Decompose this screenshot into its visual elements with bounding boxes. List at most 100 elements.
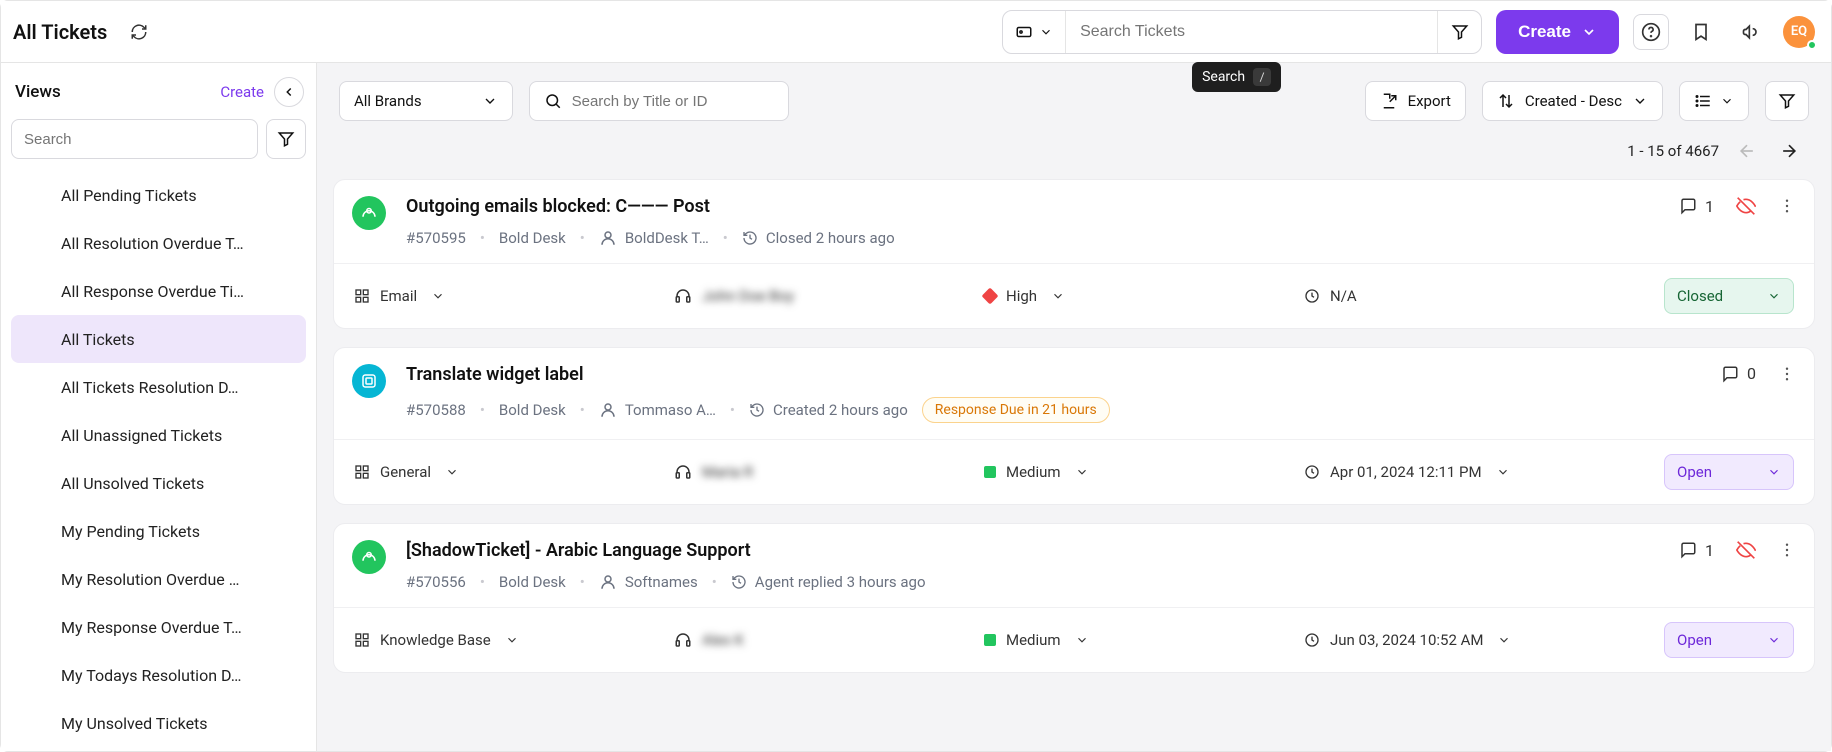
ticket-activity: Created 2 hours ago [749, 401, 908, 419]
create-button[interactable]: Create [1496, 10, 1619, 54]
pagination-text: 1 - 15 of 4667 [1627, 142, 1719, 160]
topbar-right: Create EQ Search / [1002, 10, 1815, 54]
global-search-filter[interactable] [1437, 11, 1481, 53]
ticket-date[interactable]: N/A [1304, 287, 1664, 305]
ticket-priority-select[interactable]: High [984, 287, 1304, 305]
comment-count[interactable]: 1 [1679, 197, 1714, 216]
ticket-search-input[interactable] [572, 93, 774, 110]
ticket-more-button[interactable] [1778, 197, 1796, 215]
ticket-id[interactable]: #570588 [406, 401, 466, 419]
user-avatar[interactable]: EQ [1783, 16, 1815, 48]
views-filter-button[interactable] [266, 119, 306, 159]
sidebar-view-item[interactable]: All Unassigned Tickets [11, 411, 306, 459]
ticket-meta: #570556•Bold Desk•Softnames•Agent replie… [406, 573, 1659, 591]
list-filter-button[interactable] [1765, 81, 1809, 121]
global-search-input[interactable] [1066, 11, 1437, 53]
help-circle-icon [1641, 22, 1661, 42]
global-search [1002, 10, 1482, 54]
refresh-button[interactable] [121, 14, 157, 50]
ticket-list: Outgoing emails blocked: C——— Post #57059… [317, 179, 1831, 751]
ticket-agent-select[interactable]: John Doe Boy [674, 287, 984, 305]
pagination-prev[interactable] [1733, 137, 1761, 165]
sidebar-view-item[interactable]: All Response Overdue Ti… [11, 267, 306, 315]
ticket-category-select[interactable]: General [354, 463, 674, 481]
search-icon [544, 92, 562, 110]
collapse-sidebar-button[interactable] [274, 77, 304, 107]
announcements-button[interactable] [1733, 14, 1769, 50]
priority-indicator [984, 634, 996, 646]
sort-icon [1497, 92, 1515, 110]
sidebar-view-item[interactable]: All Resolution Overdue T… [11, 219, 306, 267]
priority-indicator [984, 466, 996, 478]
ticket-date[interactable]: Jun 03, 2024 10:52 AM [1304, 631, 1664, 649]
chevron-down-icon [1720, 94, 1734, 108]
response-due-badge: Response Due in 21 hours [922, 397, 1110, 423]
create-view-link[interactable]: Create [220, 83, 264, 101]
ticket-status-select[interactable]: Open [1664, 454, 1794, 490]
views-search-input[interactable] [11, 119, 258, 159]
ticket-search [529, 81, 789, 121]
chevron-down-icon [1632, 93, 1648, 109]
chevron-left-icon [282, 85, 296, 99]
bookmark-button[interactable] [1683, 14, 1719, 50]
ticket-activity: Agent replied 3 hours ago [731, 573, 926, 591]
ticket-category-select[interactable]: Knowledge Base [354, 631, 674, 649]
search-tooltip: Search / [1192, 62, 1281, 92]
ticket-more-button[interactable] [1778, 365, 1796, 383]
arrow-right-icon [1779, 141, 1799, 161]
ticket-title[interactable]: [ShadowTicket] - Arabic Language Support [406, 540, 1659, 561]
ticket-title[interactable]: Translate widget label [406, 364, 1701, 385]
sidebar-view-item[interactable]: My Resolution Overdue … [11, 555, 306, 603]
body: Views Create All Pending TicketsAll Reso… [1, 63, 1831, 751]
sidebar-view-item[interactable]: My Response Overdue T… [11, 603, 306, 651]
tooltip-key: / [1253, 68, 1271, 86]
list-toolbar: All Brands Export Created - Desc [317, 63, 1831, 131]
comment-count[interactable]: 1 [1679, 541, 1714, 560]
avatar-initials: EQ [1791, 24, 1807, 39]
ticket-requester[interactable]: Tommaso A… [599, 401, 716, 419]
ticket-date[interactable]: Apr 01, 2024 12:11 PM [1304, 463, 1664, 481]
filter-icon [1451, 23, 1469, 41]
presence-indicator [1807, 40, 1817, 50]
sidebar-view-item[interactable]: All Tickets [11, 315, 306, 363]
sidebar-view-item[interactable]: My Todays Resolution D… [11, 651, 306, 699]
ticket-priority-select[interactable]: Medium [984, 463, 1304, 481]
hidden-indicator-icon [1736, 196, 1756, 216]
sidebar-view-item[interactable]: All Unsolved Tickets [11, 459, 306, 507]
sidebar-view-item[interactable]: My Unsolved Tickets [11, 699, 306, 747]
ticket-source-icon [352, 196, 386, 230]
ticket-meta: #570588•Bold Desk•Tommaso A…•Created 2 h… [406, 397, 1701, 423]
chevron-down-icon [482, 93, 498, 109]
comment-count[interactable]: 0 [1721, 364, 1756, 383]
ticket-more-button[interactable] [1778, 541, 1796, 559]
pagination-next[interactable] [1775, 137, 1803, 165]
ticket-id[interactable]: #570556 [406, 573, 466, 591]
ticket-id[interactable]: #570595 [406, 229, 466, 247]
sort-select[interactable]: Created - Desc [1482, 81, 1663, 121]
views-search-row [1, 119, 316, 171]
ticket-priority-select[interactable]: Medium [984, 631, 1304, 649]
ticket-status-select[interactable]: Closed [1664, 278, 1794, 314]
layout-select[interactable] [1679, 81, 1749, 121]
sidebar-view-item[interactable]: All Tickets Resolution D… [11, 363, 306, 411]
tooltip-text: Search [1202, 69, 1245, 85]
sidebar-view-item[interactable]: My Pending Tickets [11, 507, 306, 555]
ticket-agent-select[interactable]: Maria R [674, 463, 984, 481]
ticket-meta: #570595•Bold Desk•BoldDesk T…•Closed 2 h… [406, 229, 1659, 247]
refresh-icon [130, 23, 148, 41]
export-button[interactable]: Export [1365, 81, 1466, 121]
ticket-card: [ShadowTicket] - Arabic Language Support… [333, 523, 1815, 673]
ticket-card: Translate widget label #570588•Bold Desk•… [333, 347, 1815, 505]
topbar-left: All Tickets [13, 14, 157, 50]
sidebar-view-item[interactable]: All Pending Tickets [11, 171, 306, 219]
ticket-requester[interactable]: BoldDesk T… [599, 229, 709, 247]
ticket-title[interactable]: Outgoing emails blocked: C——— Post [406, 196, 1659, 217]
ticket-agent-select[interactable]: Alex K [674, 631, 984, 649]
brand-select[interactable]: All Brands [339, 81, 513, 121]
search-scope-select[interactable] [1003, 11, 1066, 53]
ticket-status-select[interactable]: Open [1664, 622, 1794, 658]
ticket-category-select[interactable]: Email [354, 287, 674, 305]
help-button[interactable] [1633, 14, 1669, 50]
page-title: All Tickets [13, 20, 107, 44]
ticket-requester[interactable]: Softnames [599, 573, 698, 591]
